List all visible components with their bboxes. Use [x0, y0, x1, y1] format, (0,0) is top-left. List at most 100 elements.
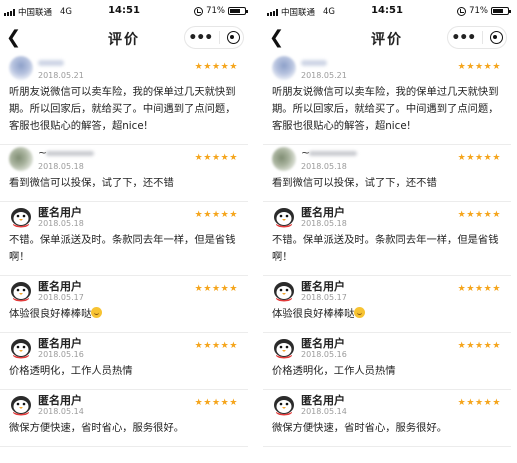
battery-fill [493, 9, 503, 13]
review-date: 2018.05.18 [301, 162, 347, 171]
review-item: 匿名用户 2018.05.17 ★★★★★ 体验很良好棒棒哒 [0, 276, 248, 333]
anonymous-penguin-icon [274, 208, 294, 228]
anonymous-penguin-icon [11, 339, 31, 359]
review-date: 2018.05.17 [38, 293, 84, 302]
review-date: 2018.05.18 [38, 219, 84, 228]
star-rating: ★★★★★ [457, 153, 501, 163]
right-screen: 中国联通 4G 14:51 71% ❮ 评价 ••• 2018.05.21 ★★★… [263, 0, 511, 463]
review-item: 匿名用户 2018.05.16 ★★★★★ 价格透明化，工作人员热情 [0, 333, 248, 390]
review-text-content: 价格透明化，工作人员热情 [9, 365, 133, 377]
review-text: 不错。保单派送及时。条款同去年一样，但是省钱啊！ [9, 232, 242, 275]
review-text: 体验很良好棒棒哒 [9, 306, 242, 332]
review-item: ~2018.05.18 ★★★★★ 看到微信可以投保，试了下，还不错 [0, 145, 248, 202]
review-item: 匿名用户 2018.05.18 ★★★★★ 不错。保单派送及时。条款同去年一样，但是省… [263, 202, 511, 276]
review-header: 匿名用户 2018.05.17 ★★★★★ [9, 276, 242, 306]
review-item: 匿名用户 2018.05.16 ★★★★★ 价格透明化，工作人员热情 [263, 333, 511, 390]
review-text-content: 不错。保单派送及时。条款同去年一样，但是省钱啊！ [9, 234, 236, 263]
review-text-content: 价格透明化，工作人员热情 [272, 365, 396, 377]
username-blurred [309, 151, 357, 156]
review-date: 2018.05.14 [38, 407, 84, 416]
review-text-content: 听朋友说微信可以卖车险，我的保单过几天就快到期。所以回家后，就给买了。中间遇到了… [272, 86, 499, 132]
review-item: 2018.05.21 ★★★★★ 听朋友说微信可以卖车险，我的保单过几天就快到期。所… [263, 54, 511, 145]
rotation-lock-icon [194, 6, 204, 16]
username: 匿名用户 [38, 280, 82, 293]
review-header: 匿名用户 2018.05.18 ★★★★★ [9, 202, 242, 232]
close-target-icon[interactable] [226, 31, 240, 44]
review-date: 2018.05.21 [301, 71, 347, 80]
review-header: 匿名用户 2018.05.17 ★★★★★ [272, 276, 505, 306]
review-date: 2018.05.14 [301, 407, 347, 416]
review-header: ~2018.05.18 ★★★★★ [9, 145, 242, 175]
review-date: 2018.05.17 [301, 293, 347, 302]
anonymous-penguin-icon [11, 282, 31, 302]
status-bar: 中国联通 4G 14:51 71% [263, 0, 511, 22]
anonymous-penguin-icon [274, 282, 294, 302]
battery-percent: 71% [469, 6, 488, 16]
username-blurred [46, 151, 94, 156]
review-text: 微保方便快速，省时省心，服务很好。 [9, 420, 242, 446]
star-rating: ★★★★★ [457, 398, 501, 408]
username: 匿名用户 [38, 206, 82, 219]
review-text: 看到微信可以投保，试了下，还不错 [272, 175, 505, 201]
status-right: 71% [194, 6, 248, 16]
anonymous-penguin-icon [274, 339, 294, 359]
review-text: 体验很良好棒棒哒 [272, 306, 505, 332]
username: 匿名用户 [301, 394, 345, 407]
battery-icon [228, 7, 248, 15]
review-date: 2018.05.16 [38, 350, 84, 359]
review-header: 2018.05.21 ★★★★★ [9, 54, 242, 84]
username: 匿名用户 [301, 280, 345, 293]
star-rating: ★★★★★ [457, 341, 501, 351]
review-text-content: 微保方便快速，省时省心，服务很好。 [272, 422, 448, 434]
avatar [272, 392, 296, 416]
review-text-content: 听朋友说微信可以卖车险，我的保单过几天就快到期。所以回家后，就给买了。中间遇到了… [9, 86, 236, 132]
username: 匿名用户 [38, 337, 82, 350]
review-item: 匿名用户 2018.05.14 ★★★★★ 微保方便快速，省时省心，服务很好。 [263, 390, 511, 447]
review-header: 匿名用户 2018.05.18 ★★★★★ [272, 202, 505, 232]
review-header: 匿名用户 2018.05.16 ★★★★★ [9, 333, 242, 363]
review-text-content: 看到微信可以投保，试了下，还不错 [9, 177, 174, 189]
more-dots-icon[interactable]: ••• [451, 31, 476, 45]
star-rating: ★★★★★ [194, 153, 238, 163]
nav-bar: ❮ 评价 ••• [263, 22, 511, 54]
review-header: 匿名用户 2018.05.14 ★★★★★ [9, 390, 242, 420]
avatar [9, 335, 33, 359]
review-header: 匿名用户 2018.05.14 ★★★★★ [272, 390, 505, 420]
review-text-content: 微保方便快速，省时省心，服务很好。 [9, 422, 185, 434]
avatar [9, 147, 33, 171]
review-item: 2018.05.21 ★★★★★ 听朋友说微信可以卖车险，我的保单过几天就快到期。所… [0, 54, 248, 145]
avatar [9, 56, 33, 80]
review-date: 2018.05.18 [38, 162, 84, 171]
review-text: 不错。保单派送及时。条款同去年一样，但是省钱啊！ [272, 232, 505, 275]
avatar [272, 204, 296, 228]
review-date: 2018.05.21 [38, 71, 84, 80]
username-blurred [38, 60, 64, 66]
anonymous-penguin-icon [274, 396, 294, 416]
review-item: ~2018.05.18 ★★★★★ 看到微信可以投保，试了下，还不错 [263, 145, 511, 202]
review-header: ~2018.05.18 ★★★★★ [272, 145, 505, 175]
review-item: 匿名用户 2018.05.17 ★★★★★ 体验很良好棒棒哒 [263, 276, 511, 333]
star-rating: ★★★★★ [457, 62, 501, 72]
capsule-divider [218, 31, 220, 44]
review-item: 匿名用户 2018.05.14 ★★★★★ 微保方便快速，省时省心，服务很好。 [0, 390, 248, 447]
avatar [272, 147, 296, 171]
capsule-divider [481, 31, 483, 44]
avatar [9, 392, 33, 416]
status-right: 71% [457, 6, 511, 16]
review-date: 2018.05.18 [301, 219, 347, 228]
rotation-lock-icon [457, 6, 467, 16]
nav-bar: ❮ 评价 ••• [0, 22, 248, 54]
battery-icon [491, 7, 511, 15]
more-dots-icon[interactable]: ••• [188, 31, 213, 45]
review-text: 价格透明化，工作人员热情 [272, 363, 505, 389]
battery-percent: 71% [206, 6, 225, 16]
username: 匿名用户 [301, 337, 345, 350]
review-text-content: 体验很良好棒棒哒 [272, 308, 355, 320]
star-rating: ★★★★★ [194, 398, 238, 408]
avatar [9, 278, 33, 302]
close-target-icon[interactable] [489, 31, 503, 44]
smile-emoji-icon [91, 307, 103, 318]
left-screen: 中国联通 4G 14:51 71% ❮ 评价 ••• 2018.05.21 ★★★… [0, 0, 248, 463]
review-text: 听朋友说微信可以卖车险，我的保单过几天就快到期。所以回家后，就给买了。中间遇到了… [9, 84, 242, 144]
review-text-content: 体验很良好棒棒哒 [9, 308, 92, 320]
